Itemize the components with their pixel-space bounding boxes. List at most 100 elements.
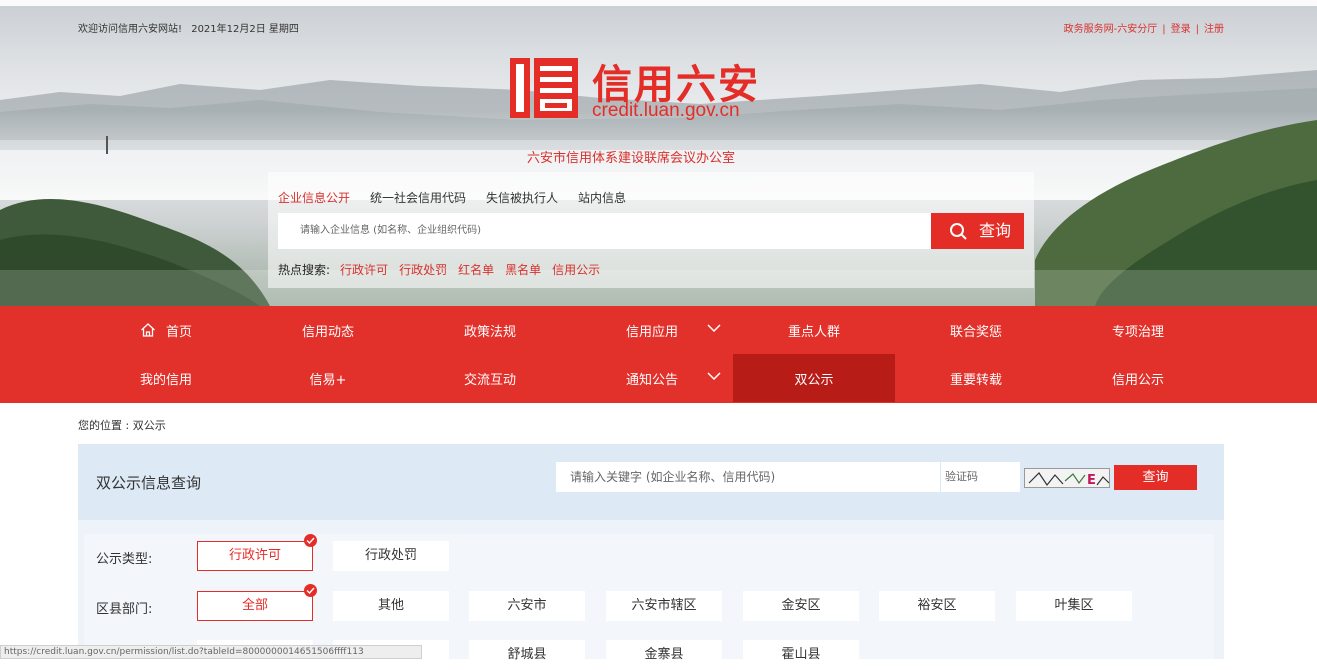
search-tab-dishonest[interactable]: 失信被执行人: [486, 191, 558, 205]
hot-link[interactable]: 红名单: [458, 263, 494, 277]
chip-label: 六安市辖区: [631, 598, 697, 613]
nav-item-label: 政策法规: [463, 324, 516, 340]
site-search-box: 企业信息公开 统一社会信用代码 失信被执行人 站内信息 请输入企业信息 (如名称、企业…: [268, 172, 1034, 288]
top-links: 政务服务网-六安分厅 | 登录 | 注册: [1064, 20, 1224, 35]
nav-item-special[interactable]: 专项治理: [1057, 306, 1219, 354]
top-strip: [0, 0, 1317, 6]
enterprise-search-input[interactable]: 请输入企业信息 (如名称、企业组织代码): [278, 213, 931, 249]
dept-chip[interactable]: 裕安区: [879, 591, 995, 621]
login-link[interactable]: 登录: [1171, 24, 1191, 35]
nav-item-label: 我的信用: [139, 372, 192, 388]
hot-link[interactable]: 黑名单: [505, 263, 541, 277]
chip-label: 金安区: [781, 598, 821, 613]
dept-chip[interactable]: 霍山县: [743, 640, 859, 670]
dept-chip-all[interactable]: 全部: [197, 584, 317, 621]
office-name: 六安市信用体系建设联席会议办公室: [527, 151, 736, 166]
dept-chip[interactable]: 六安市辖区: [606, 591, 722, 621]
chip-label: 舒城县: [507, 647, 547, 662]
captcha-input[interactable]: 验证码: [940, 462, 1020, 492]
nav-item-label: 通知公告: [625, 372, 678, 388]
hot-search-label: 热点搜索:: [278, 263, 331, 277]
chip-label: 六安市: [507, 598, 547, 613]
search-tab-site[interactable]: 站内信息: [578, 191, 626, 205]
nav-item-label: 信用动态: [301, 324, 354, 340]
search-tab-credit-code[interactable]: 统一社会信用代码: [370, 191, 466, 205]
nav-item-rewards[interactable]: 联合奖惩: [895, 306, 1057, 354]
nav-item-label: 重点人群: [787, 324, 840, 340]
link-separator: |: [1195, 24, 1199, 35]
nav-row: 我的信用 信易+ 交流互动 通知公告 双公示 重要转载 信用公示: [85, 354, 1235, 402]
checkmark-icon: [304, 534, 317, 547]
dept-chip[interactable]: 六安市: [469, 591, 585, 621]
chevron-down-icon: [707, 324, 721, 333]
site-logo[interactable]: 信用六安 credit.luan.gov.cn: [510, 56, 800, 126]
gov-service-link[interactable]: 政务服务网-六安分厅: [1064, 24, 1158, 35]
dept-chip[interactable]: 其他: [333, 591, 449, 621]
nav-item-credit-news[interactable]: 信用动态: [247, 306, 409, 354]
nav-item-credit-public[interactable]: 信用公示: [1057, 354, 1219, 402]
svg-text:E: E: [1087, 473, 1096, 488]
type-chip-permit[interactable]: 行政许可: [197, 534, 317, 571]
search-tabs: 企业信息公开 统一社会信用代码 失信被执行人 站内信息: [278, 189, 646, 206]
credit-logo-icon: [510, 58, 578, 118]
nav-item-label: 信用应用: [625, 324, 678, 340]
nav-item-notices[interactable]: 通知公告: [571, 354, 733, 402]
type-chip-penalty[interactable]: 行政处罚: [333, 541, 449, 571]
nav-item-xinyi[interactable]: 信易+: [247, 354, 409, 402]
chevron-down-icon: [707, 372, 721, 381]
nav-item-home[interactable]: 首页: [85, 306, 247, 354]
current-date: 2021年12月2日 星期四: [191, 24, 299, 35]
type-filter-label: 公示类型:: [96, 552, 153, 567]
search-icon: [950, 223, 967, 240]
nav-item-label: 首页: [165, 324, 192, 340]
site-domain: credit.luan.gov.cn: [592, 100, 740, 121]
search-button[interactable]: 查询: [931, 213, 1024, 249]
nav-item-label: 双公示: [794, 372, 834, 388]
nav-item-credit-apps[interactable]: 信用应用: [571, 306, 733, 354]
welcome-text: 欢迎访问信用六安网站! 2021年12月2日 星期四: [78, 20, 299, 35]
breadcrumb: 您的位置 : 双公示: [78, 419, 166, 432]
query-button[interactable]: 查询: [1114, 465, 1197, 490]
type-filter-row: 公示类型: 行政许可 行政处罚: [84, 534, 1214, 571]
welcome-message: 欢迎访问信用六安网站!: [78, 24, 183, 35]
captcha-noise-icon: E: [1028, 472, 1109, 488]
hero-banner: 欢迎访问信用六安网站! 2021年12月2日 星期四 政务服务网-六安分厅 | 登录…: [0, 0, 1317, 306]
chip-label: 金寨县: [644, 647, 684, 662]
dept-chip[interactable]: 金安区: [743, 591, 859, 621]
keyword-input[interactable]: 请输入关键字 (如企业名称、信用代码): [556, 462, 940, 492]
chip-label: 其他: [377, 598, 404, 613]
chip-label: 霍山县: [781, 647, 821, 662]
dept-chip[interactable]: 金寨县: [606, 640, 722, 670]
hot-search: 热点搜索: 行政许可 行政处罚 红名单 黑名单 信用公示: [278, 261, 611, 278]
register-link[interactable]: 注册: [1204, 24, 1224, 35]
query-header: 双公示信息查询 请输入关键字 (如企业名称、信用代码) 验证码 E 查询: [78, 444, 1224, 520]
checkmark-icon: [304, 584, 317, 597]
chip-label: 行政许可: [228, 548, 281, 563]
nav-item-label: 交流互动: [463, 372, 516, 388]
hot-link[interactable]: 行政处罚: [399, 263, 447, 277]
nav-item-key-groups[interactable]: 重点人群: [733, 306, 895, 354]
hot-link[interactable]: 信用公示: [552, 263, 600, 277]
chip-label: 全部: [241, 598, 268, 613]
search-tab-enterprise[interactable]: 企业信息公开: [278, 191, 350, 205]
nav-item-my-credit[interactable]: 我的信用: [85, 354, 247, 402]
main-nav: 首页 信用动态 政策法规 信用应用 重点人群 联合奖惩 专项治理 我的信用 信易…: [0, 306, 1317, 403]
dept-chip[interactable]: 舒城县: [469, 640, 585, 670]
nav-item-interaction[interactable]: 交流互动: [409, 354, 571, 402]
nav-item-label: 信易+: [309, 372, 347, 388]
filter-area: 公示类型: 行政许可 行政处罚 区县部门: 全部 其他 六安市 六安市辖区 金安…: [84, 534, 1214, 670]
dept-filter-label: 区县部门:: [96, 602, 153, 617]
dept-chip[interactable]: 叶集区: [1016, 591, 1132, 621]
nav-item-reprints[interactable]: 重要转载: [895, 354, 1057, 402]
dept-filter-row: 区县部门: 全部 其他 六安市 六安市辖区 金安区 裕安区 叶集区: [84, 584, 1214, 621]
query-title: 双公示信息查询: [96, 474, 202, 492]
chip-label: 叶集区: [1054, 598, 1094, 613]
chip-label: 裕安区: [917, 598, 957, 613]
chip-label: 行政处罚: [364, 548, 417, 563]
nav-item-policy[interactable]: 政策法规: [409, 306, 571, 354]
captcha-image[interactable]: E: [1024, 468, 1110, 488]
home-icon: [141, 323, 155, 337]
nav-item-double-public[interactable]: 双公示: [733, 354, 895, 402]
nav-item-label: 专项治理: [1111, 324, 1164, 340]
hot-link[interactable]: 行政许可: [340, 263, 388, 277]
